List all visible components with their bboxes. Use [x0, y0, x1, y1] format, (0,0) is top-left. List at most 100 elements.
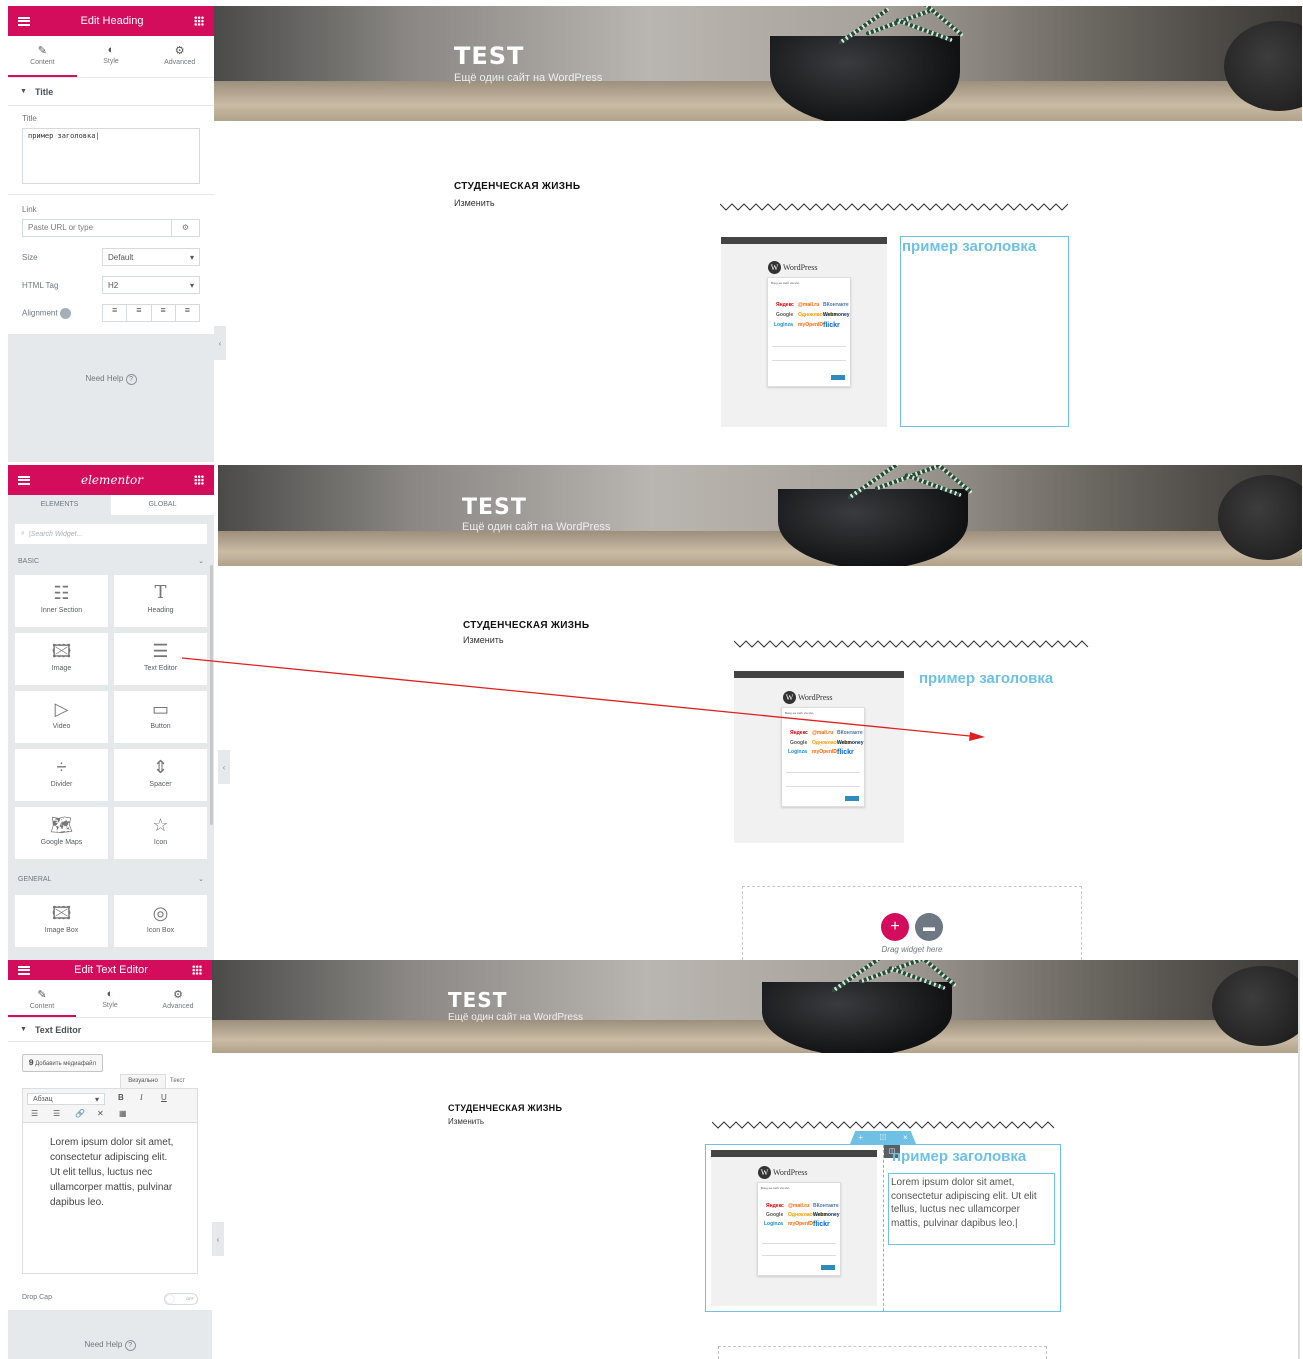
search-widget-input[interactable]: ⌕ | Search Widget...: [15, 524, 207, 544]
widget-inner-section[interactable]: ☷ Inner Section: [15, 575, 108, 627]
editor-content[interactable]: Lorem ipsum dolor sit amet, consectetur …: [23, 1123, 197, 1210]
drag-widget-hint: Drag widget here: [881, 945, 943, 954]
align-center-icon[interactable]: ≡: [127, 305, 152, 321]
category-general[interactable]: GENERAL ⌄: [8, 871, 214, 887]
underline-button[interactable]: U: [161, 1093, 167, 1102]
panel-tabs: ✎ Content ◐ Style ⚙ Advanced: [8, 36, 214, 78]
drop-cap-switch[interactable]: OFF: [164, 1293, 198, 1305]
play-icon: ▷: [54, 699, 69, 719]
size-select[interactable]: Default: [102, 248, 200, 266]
need-help-link[interactable]: Need Help ?: [8, 374, 214, 385]
need-help-link[interactable]: Need Help ?: [8, 1340, 212, 1351]
edit-link[interactable]: Изменить: [463, 635, 504, 645]
site-title[interactable]: TEST: [462, 495, 527, 520]
pencil-icon: ✎: [37, 989, 47, 1001]
help-icon: ?: [125, 374, 137, 385]
drop-zone[interactable]: + ▬ Drag widget here: [742, 886, 1082, 960]
tab-advanced[interactable]: ⚙ Advanced: [145, 36, 214, 77]
panel-header: Edit Text Editor: [8, 960, 212, 980]
wordpress-logo-icon: W: [768, 261, 781, 274]
folder-icon: ▬: [923, 920, 935, 934]
widget-heading[interactable]: T Heading: [114, 575, 207, 627]
site-title[interactable]: TEST: [448, 988, 507, 1012]
close-icon[interactable]: ×: [903, 1133, 908, 1142]
section-title-toggle[interactable]: ▼ Title: [8, 78, 214, 106]
link-label: Link: [22, 205, 37, 214]
title-textarea[interactable]: пример заголовка|: [22, 128, 200, 184]
alignment-control: ≡ ≡ ≡ ≡: [102, 304, 200, 322]
widget-icon-box[interactable]: ◎ Icon Box: [114, 895, 207, 947]
collapse-panel-button[interactable]: ‹: [218, 750, 230, 784]
student-life-heading: СТУДЕНЧЕСКАЯ ЖИЗНЬ: [454, 181, 581, 192]
section-handle[interactable]: + ⁞⁞⁞ ×: [850, 1131, 916, 1144]
widget-google-maps[interactable]: 🗺 Google Maps: [15, 807, 108, 859]
link-input[interactable]: Paste URL or type: [22, 219, 172, 237]
align-right-icon[interactable]: ≡: [152, 305, 176, 321]
tab-style[interactable]: ◐ Style: [76, 980, 144, 1017]
htmltag-select[interactable]: H2: [102, 276, 200, 294]
align-left-icon[interactable]: ≡: [103, 305, 128, 321]
widget-spacer[interactable]: ⇕ Spacer: [114, 749, 207, 801]
media-icon: 𝟗: [29, 1058, 34, 1067]
widgets-grid-icon[interactable]: [194, 16, 204, 26]
zigzag-divider: [734, 640, 1089, 648]
collapse-panel-button[interactable]: ‹: [214, 326, 226, 360]
widget-icon[interactable]: ☆ Icon: [114, 807, 207, 859]
numbered-list-icon[interactable]: ☰: [53, 1109, 60, 1118]
add-icon[interactable]: +: [858, 1133, 863, 1142]
add-template-button[interactable]: ▬: [915, 913, 943, 941]
drop-zone[interactable]: [718, 1346, 1047, 1359]
bold-button[interactable]: B: [118, 1093, 124, 1102]
widgets-grid-icon[interactable]: [193, 475, 204, 485]
site-tagline: Ещё один сайт на WordPress: [448, 1012, 583, 1023]
widget-video[interactable]: ▷ Video: [15, 691, 108, 743]
gear-icon: ⚙: [173, 989, 183, 1001]
widgets-grid-icon[interactable]: [192, 965, 202, 975]
format-select[interactable]: Абзац: [27, 1093, 105, 1105]
icon-box-icon: ◎: [152, 903, 169, 923]
category-basic[interactable]: BASIC ⌄: [8, 553, 214, 569]
menu-icon[interactable]: [18, 16, 30, 26]
toolbar-toggle-icon[interactable]: ▦: [119, 1109, 127, 1118]
widget-image[interactable]: 🖾 Image: [15, 633, 108, 685]
widget-image-box[interactable]: 🖾 Image Box: [15, 895, 108, 947]
panel-title: Edit Text Editor: [74, 964, 148, 976]
collapse-panel-button[interactable]: ‹: [212, 1222, 224, 1256]
wordpress-login-image: W WordPress Вход на сайт via.sho Яндекс @…: [721, 237, 887, 427]
responsive-icon[interactable]: [59, 307, 71, 319]
fullscreen-icon[interactable]: ✕: [97, 1109, 104, 1118]
tab-advanced[interactable]: ⚙ Advanced: [144, 980, 212, 1017]
caret-down-icon: ▼: [20, 1026, 27, 1033]
drag-handle-icon[interactable]: ⁞⁞⁞: [880, 1133, 887, 1142]
tab-text[interactable]: Текст: [170, 1074, 185, 1088]
panel-title: Edit Heading: [80, 15, 144, 27]
site-title[interactable]: TEST: [454, 42, 524, 70]
section-text-editor-toggle[interactable]: ▼ Text Editor: [8, 1018, 212, 1042]
heading-t-icon: T: [154, 582, 167, 603]
italic-button[interactable]: I: [140, 1093, 143, 1102]
tab-content[interactable]: ✎ Content: [8, 980, 76, 1017]
tab-global[interactable]: GLOBAL: [111, 495, 214, 515]
link-icon[interactable]: 🔗: [75, 1109, 85, 1118]
wysiwyg-editor: Абзац B I U ☰ ☰ 🔗 ✕ ▦ Lorem ipsum dolor …: [22, 1088, 198, 1274]
drag-arrow: [181, 657, 985, 741]
menu-icon[interactable]: [18, 475, 30, 485]
tab-elements[interactable]: ELEMENTS: [8, 495, 111, 515]
link-options-button[interactable]: ⚙: [172, 219, 200, 237]
text-editor-widget[interactable]: Lorem ipsum dolor sit amet, consectetur …: [888, 1173, 1055, 1245]
student-life-heading: СТУДЕНЧЕСКАЯ ЖИЗНЬ: [463, 620, 590, 631]
add-section-button[interactable]: +: [881, 913, 909, 941]
tab-style[interactable]: ◐ Style: [77, 36, 146, 77]
heading-widget-box[interactable]: пример заголовка: [900, 236, 1069, 427]
student-life-heading: СТУДЕНЧЕСКАЯ ЖИЗНЬ: [448, 1103, 563, 1113]
wordpress-login-image: W WordPress Вход на сайт via.sho Яндекс @…: [711, 1150, 877, 1306]
edit-link[interactable]: Изменить: [454, 198, 495, 208]
add-media-button[interactable]: 𝟗 Добавить медиафайл: [22, 1054, 103, 1072]
tab-content[interactable]: ✎ Content: [8, 36, 77, 77]
widget-divider[interactable]: ÷ Divider: [15, 749, 108, 801]
bullet-list-icon[interactable]: ☰: [31, 1109, 38, 1118]
edit-link[interactable]: Изменить: [448, 1117, 484, 1126]
tab-visual[interactable]: Визуально: [120, 1074, 166, 1088]
menu-icon[interactable]: [18, 965, 30, 975]
align-justify-icon[interactable]: ≡: [176, 305, 199, 321]
